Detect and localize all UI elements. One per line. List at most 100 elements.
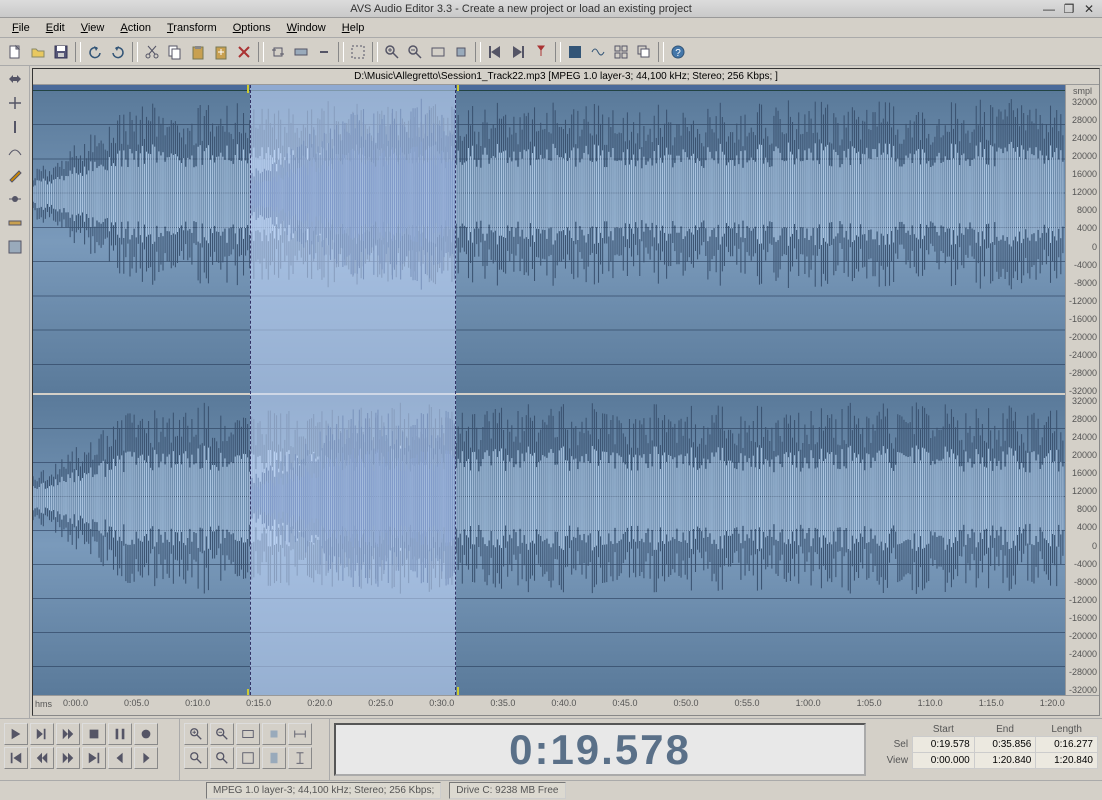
time-tick: 1:20.0 [1040, 698, 1065, 713]
save-file-button[interactable] [50, 41, 72, 63]
tool-measure-button[interactable] [3, 212, 27, 234]
tool-select-button[interactable] [3, 68, 27, 90]
time-tick: 0:30.0 [429, 698, 454, 713]
time-tick: 0:20.0 [307, 698, 332, 713]
open-file-button[interactable] [27, 41, 49, 63]
amp-tick: 16000 [1068, 169, 1097, 179]
forward-button[interactable] [56, 747, 80, 769]
menu-file[interactable]: File [4, 20, 38, 36]
skip-fwd-button[interactable] [134, 747, 158, 769]
selinfo-h-start: Start [913, 723, 975, 737]
copy-button[interactable] [164, 41, 186, 63]
cut-button[interactable] [141, 41, 163, 63]
tool-draw-button[interactable] [3, 164, 27, 186]
selection-info: Start End Length Sel 0:19.578 0:35.856 0… [870, 719, 1102, 780]
time-tick: 1:05.0 [857, 698, 882, 713]
zoom-in-button[interactable] [381, 41, 403, 63]
delete-button[interactable] [233, 41, 255, 63]
menu-view[interactable]: View [73, 20, 113, 36]
zoom-selection-button[interactable] [450, 41, 472, 63]
tool-move-button[interactable] [3, 92, 27, 114]
waveform-area[interactable] [33, 85, 1065, 695]
menu-window[interactable]: Window [279, 20, 334, 36]
menu-edit[interactable]: Edit [38, 20, 73, 36]
redo-button[interactable] [107, 41, 129, 63]
view-length[interactable]: 1:20.840 [1036, 753, 1098, 769]
view-start[interactable]: 0:00.000 [913, 753, 975, 769]
menu-action[interactable]: Action [112, 20, 159, 36]
play-end-button[interactable] [30, 723, 54, 745]
zoom-full-button[interactable] [236, 723, 260, 745]
editor: D:\Music\Allegretto\Session1_Track22.mp3… [32, 68, 1100, 716]
spectral-button[interactable] [564, 41, 586, 63]
goto-start-button[interactable] [4, 747, 28, 769]
amp-tick: -12000 [1068, 595, 1097, 605]
amp-tick: 20000 [1068, 450, 1097, 460]
play-button[interactable] [4, 723, 28, 745]
zoom-sel-button[interactable] [262, 723, 286, 745]
select-all-button[interactable] [347, 41, 369, 63]
amp-tick: -4000 [1068, 260, 1097, 270]
view-end[interactable]: 1:20.840 [974, 753, 1036, 769]
close-button[interactable]: ✕ [1080, 2, 1098, 16]
trim-button[interactable] [290, 41, 312, 63]
goto-end-button[interactable] [82, 747, 106, 769]
time-ruler[interactable]: hms 0:00.00:05.00:10.00:15.00:20.00:25.0… [33, 695, 1099, 715]
amp-tick: -4000 [1068, 559, 1097, 569]
silence-button[interactable] [313, 41, 335, 63]
menu-options[interactable]: Options [225, 20, 279, 36]
tool-scrub-button[interactable] [3, 188, 27, 210]
play-loop-button[interactable] [56, 723, 80, 745]
sel-length[interactable]: 0:16.277 [1036, 737, 1098, 753]
undo-button[interactable] [84, 41, 106, 63]
minimize-button[interactable]: — [1040, 2, 1058, 16]
skip-back-button[interactable] [108, 747, 132, 769]
record-button[interactable] [134, 723, 158, 745]
window-cascade-button[interactable] [633, 41, 655, 63]
paste-mix-button[interactable] [210, 41, 232, 63]
zoom-misc2-button[interactable] [288, 747, 312, 769]
zoom-out-v-button[interactable] [210, 747, 234, 769]
zoom-in-v-button[interactable] [184, 747, 208, 769]
amp-tick: 0 [1068, 541, 1097, 551]
amp-tick: 0 [1068, 242, 1097, 252]
channel-left[interactable] [33, 91, 1065, 393]
cursor-start-button[interactable] [484, 41, 506, 63]
zoom-reset-v-button[interactable] [236, 747, 260, 769]
side-toolbar [0, 66, 30, 718]
tool-cursor-button[interactable] [3, 116, 27, 138]
zoom-out-h-button[interactable] [210, 723, 234, 745]
zoom-out-button[interactable] [404, 41, 426, 63]
zoom-sel-v-button[interactable] [262, 747, 286, 769]
sel-end[interactable]: 0:35.856 [974, 737, 1036, 753]
zoom-full-button[interactable] [427, 41, 449, 63]
tool-envelope-button[interactable] [3, 140, 27, 162]
cursor-end-button[interactable] [507, 41, 529, 63]
zoom-misc-button[interactable] [288, 723, 312, 745]
paste-button[interactable] [187, 41, 209, 63]
maximize-button[interactable]: ❐ [1060, 2, 1078, 16]
selection-region[interactable] [250, 85, 456, 695]
time-tick: 0:35.0 [490, 698, 515, 713]
menu-transform[interactable]: Transform [159, 20, 225, 36]
amp-tick: -8000 [1068, 278, 1097, 288]
rewind-button[interactable] [30, 747, 54, 769]
zoom-in-h-button[interactable] [184, 723, 208, 745]
time-tick: 0:40.0 [551, 698, 576, 713]
window-tile-button[interactable] [610, 41, 632, 63]
amp-tick: -32000 [1068, 685, 1097, 695]
time-tick: 1:15.0 [979, 698, 1004, 713]
pause-button[interactable] [108, 723, 132, 745]
sel-start[interactable]: 0:19.578 [913, 737, 975, 753]
stop-button[interactable] [82, 723, 106, 745]
crop-button[interactable] [267, 41, 289, 63]
help-button[interactable]: ? [667, 41, 689, 63]
waveform-button[interactable] [587, 41, 609, 63]
menu-help[interactable]: Help [334, 20, 373, 36]
tool-misc-button[interactable] [3, 236, 27, 258]
amp-tick: 32000 [1068, 396, 1097, 406]
channel-right[interactable] [33, 393, 1065, 695]
marker-button[interactable] [530, 41, 552, 63]
new-file-button[interactable] [4, 41, 26, 63]
time-tick: 0:05.0 [124, 698, 149, 713]
